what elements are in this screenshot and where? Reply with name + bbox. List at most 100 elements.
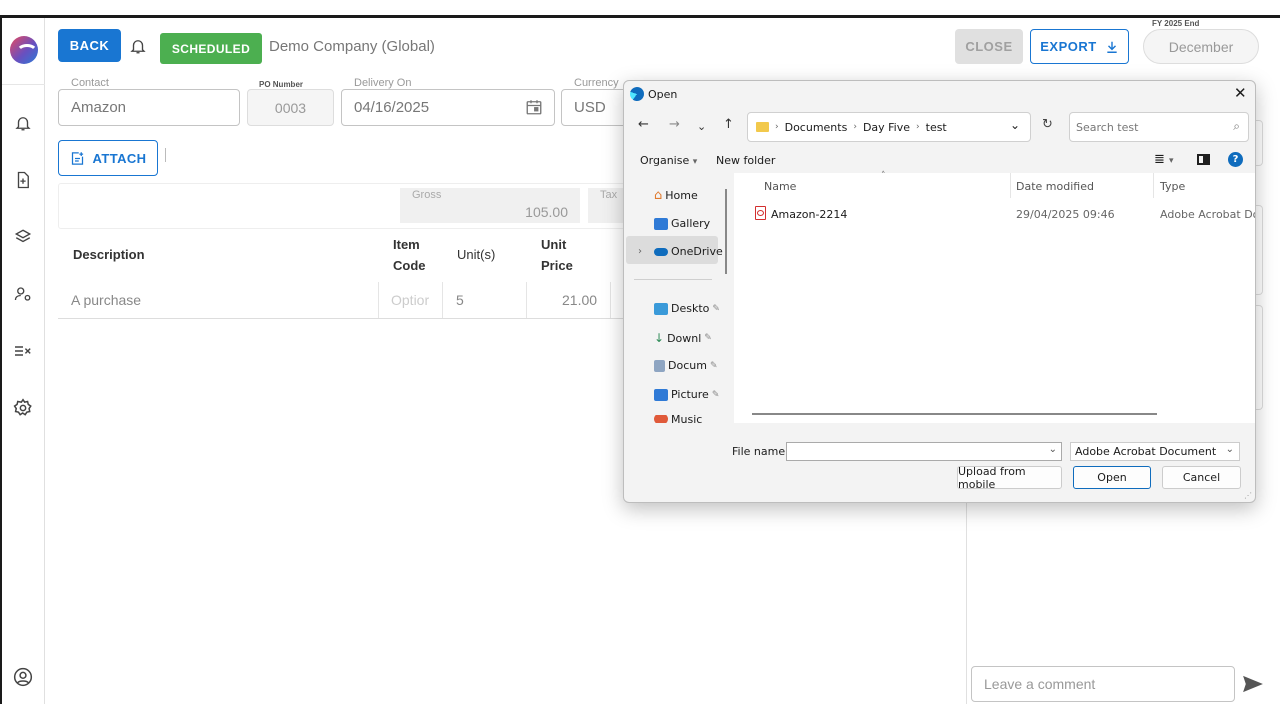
col-unit-price-line1: Unit — [541, 237, 567, 252]
search-placeholder: Search test — [1076, 120, 1139, 134]
nav-item-onedrive[interactable]: › OneDrive — [638, 245, 723, 258]
file-type-select[interactable]: Adobe Acrobat Document ⌄ — [1070, 442, 1240, 461]
preview-pane-icon[interactable] — [1197, 154, 1210, 165]
nav-item-downloads[interactable]: ↓ Downl ✎ — [654, 331, 712, 345]
row-units[interactable]: 5 — [456, 292, 464, 308]
nav-scrollbar[interactable] — [725, 189, 727, 274]
forward-arrow-icon[interactable]: → — [669, 117, 680, 132]
app-logo[interactable] — [10, 36, 38, 64]
send-icon[interactable] — [1242, 675, 1264, 698]
comment-input[interactable]: Leave a comment — [971, 666, 1235, 702]
address-bar[interactable]: › Documents › Day Five › test — [747, 112, 1031, 142]
notification-bell-icon[interactable] — [129, 37, 147, 55]
row-item-code[interactable]: Optior — [391, 292, 429, 308]
file-name-input[interactable]: ⌄ — [786, 442, 1062, 461]
address-dropdown-icon[interactable]: ⌄ — [1010, 118, 1020, 132]
cell-divider — [442, 282, 443, 318]
gallery-icon — [654, 217, 668, 230]
breadcrumb-test[interactable]: test — [926, 121, 947, 134]
recent-locations-icon[interactable]: ⌄ — [697, 120, 706, 133]
right-panel-field — [1255, 205, 1263, 295]
nav-item-label: Downl — [667, 331, 702, 345]
nav-item-label: Picture — [671, 388, 709, 401]
address-caret-icon: › — [775, 122, 779, 132]
currency-field[interactable]: USD — [561, 89, 631, 126]
col-type-header[interactable]: Type — [1160, 180, 1185, 193]
pin-icon: ✎ — [712, 303, 720, 314]
download-arrow-icon: ↓ — [654, 331, 665, 345]
bell-icon[interactable] — [11, 111, 35, 135]
export-button[interactable]: EXPORT — [1030, 29, 1129, 64]
sidebar — [2, 18, 45, 704]
status-scheduled-button[interactable]: SCHEDULED — [160, 33, 262, 64]
column-separator[interactable] — [1153, 173, 1154, 198]
bottom-margin — [0, 704, 1280, 720]
expand-chevron-icon[interactable]: › — [638, 246, 642, 257]
gear-icon[interactable] — [11, 396, 35, 420]
attach-button[interactable]: ATTACH — [58, 140, 158, 176]
attach-label: ATTACH — [92, 150, 147, 166]
view-options-icon[interactable]: ≣ ▾ — [1154, 152, 1174, 167]
new-folder-button[interactable]: New folder — [716, 154, 775, 167]
pdf-file-icon — [755, 206, 766, 220]
col-units-header: Unit(s) — [457, 247, 496, 262]
cell-divider — [526, 282, 527, 318]
table-row-border — [58, 318, 638, 319]
fy-end-label: FY 2025 End — [1152, 19, 1200, 28]
edge-browser-icon — [630, 87, 644, 101]
document-icon — [654, 359, 665, 372]
dialog-title: Open — [648, 88, 678, 101]
calendar-icon[interactable] — [525, 97, 543, 122]
breadcrumb-separator-icon: › — [853, 122, 857, 132]
organise-menu[interactable]: Organise ▾ — [640, 154, 697, 167]
row-description[interactable]: A purchase — [71, 292, 141, 308]
col-item-code-line1: Item — [393, 237, 420, 252]
nav-item-gallery[interactable]: Gallery — [654, 217, 710, 230]
delivery-label: Delivery On — [351, 77, 415, 89]
column-separator[interactable] — [1010, 173, 1011, 198]
home-icon: ⌂ — [654, 188, 663, 203]
back-arrow-icon[interactable]: ← — [638, 117, 649, 132]
resize-grip-icon[interactable]: ⋰ — [1244, 491, 1252, 500]
cancel-button[interactable]: Cancel — [1162, 466, 1241, 489]
account-icon[interactable] — [11, 665, 35, 689]
add-document-icon[interactable] — [11, 168, 35, 192]
user-settings-icon[interactable] — [11, 282, 35, 306]
col-date-header[interactable]: Date modified — [1016, 180, 1094, 193]
checklist-icon[interactable] — [11, 339, 35, 363]
export-label: EXPORT — [1040, 39, 1097, 54]
nav-item-music[interactable]: Music — [654, 415, 702, 423]
upload-from-mobile-button[interactable]: Upload from mobile — [957, 465, 1062, 491]
close-button[interactable]: CLOSE — [955, 29, 1023, 64]
attach-file-icon — [71, 151, 83, 165]
layers-icon[interactable] — [11, 225, 35, 249]
open-button[interactable]: Open — [1073, 466, 1151, 489]
refresh-icon[interactable]: ↻ — [1042, 117, 1053, 132]
nav-item-home[interactable]: ⌂ Home — [654, 188, 698, 203]
dialog-search-input[interactable]: Search test ⌕ — [1069, 112, 1249, 142]
breadcrumb-documents[interactable]: Documents — [785, 121, 848, 134]
back-button[interactable]: BACK — [58, 29, 121, 62]
nav-item-label: Gallery — [671, 217, 711, 230]
fy-end-select[interactable]: December — [1143, 29, 1259, 64]
file-name-dropdown-icon[interactable]: ⌄ — [1049, 444, 1057, 455]
up-arrow-icon[interactable]: ↑ — [723, 117, 734, 132]
contact-field[interactable]: Amazon — [58, 89, 240, 126]
right-panel-border — [966, 500, 967, 705]
col-item-code-line2: Code — [393, 258, 426, 273]
cell-divider — [378, 282, 379, 318]
col-name-header[interactable]: Name — [764, 180, 796, 193]
nav-item-desktop[interactable]: Deskto ✎ — [654, 302, 720, 315]
horizontal-scrollbar[interactable] — [752, 413, 1157, 415]
breadcrumb-day-five[interactable]: Day Five — [863, 121, 910, 134]
music-icon — [654, 415, 668, 423]
tax-label: Tax — [600, 189, 618, 201]
file-open-dialog: Open ✕ ← → ⌄ ↑ › Documents › Day Five › … — [623, 80, 1256, 503]
nav-item-documents[interactable]: Docum ✎ — [654, 359, 717, 372]
dialog-close-icon[interactable]: ✕ — [1234, 84, 1247, 102]
gross-value: 105.00 — [525, 204, 568, 220]
nav-item-pictures[interactable]: Picture ✎ — [654, 388, 719, 401]
help-icon[interactable]: ? — [1228, 152, 1243, 167]
delivery-date-field[interactable]: 04/16/2025 — [341, 89, 555, 126]
row-unit-price[interactable]: 21.00 — [562, 292, 597, 308]
